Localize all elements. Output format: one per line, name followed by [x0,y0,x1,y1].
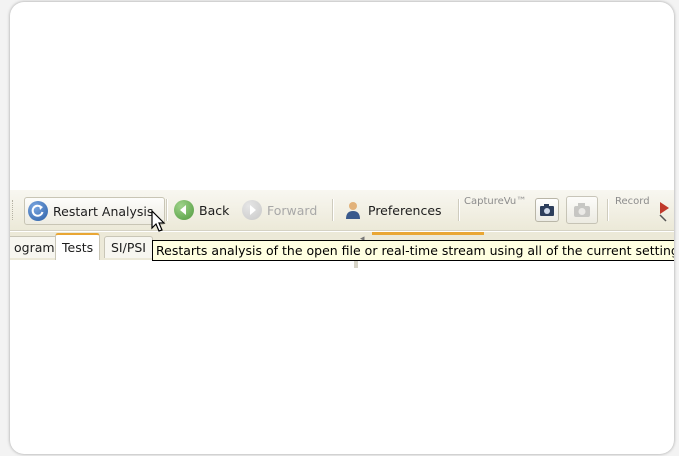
record-button[interactable] [658,200,672,222]
tab-label: ogram [14,240,55,255]
screenshot-frame: Restart Analysis Back Forward Preference… [10,2,674,454]
record-icon [659,202,669,222]
camera-icon [540,204,554,216]
restart-analysis-tooltip: Restarts analysis of the open file or re… [152,240,674,261]
preferences-label: Preferences [368,202,442,218]
restart-analysis-button[interactable]: Restart Analysis [24,197,165,225]
capture-camera-button[interactable] [566,196,598,224]
main-toolbar: Restart Analysis Back Forward Preference… [10,190,674,231]
forward-button[interactable]: Forward [242,197,317,223]
back-arrow-icon [174,200,194,220]
tab-label: Tests [62,240,94,255]
forward-label: Forward [267,202,318,218]
pane-splitter[interactable] [354,260,358,268]
preferences-button[interactable]: Preferences [344,197,442,223]
toolbar-separator [607,199,608,221]
left-pane [10,260,350,268]
camera-icon [574,203,590,217]
application-strip: Restart Analysis Back Forward Preference… [10,188,674,268]
capturevu-label: CaptureVu™ [464,196,527,207]
forward-arrow-icon [242,200,262,220]
tab-label: SI/PSI [111,240,146,255]
tab-tests[interactable]: Tests [55,233,101,260]
record-label: Record [615,196,650,207]
restart-analysis-label: Restart Analysis [53,203,154,219]
back-label: Back [199,202,230,218]
mouse-pointer-icon [151,209,167,238]
tab-si-psi[interactable]: SI/PSI [104,236,153,258]
tab-program[interactable]: ogram [10,236,62,258]
right-pane [378,260,674,268]
person-icon [344,200,362,220]
back-button[interactable]: Back [174,197,229,223]
toolbar-separator [458,199,459,221]
restart-icon [28,201,48,221]
capture-snapshot-button[interactable] [535,198,559,222]
toolbar-grip[interactable] [12,200,17,220]
right-pane-tab-accent [372,232,484,235]
toolbar-separator [332,199,333,221]
